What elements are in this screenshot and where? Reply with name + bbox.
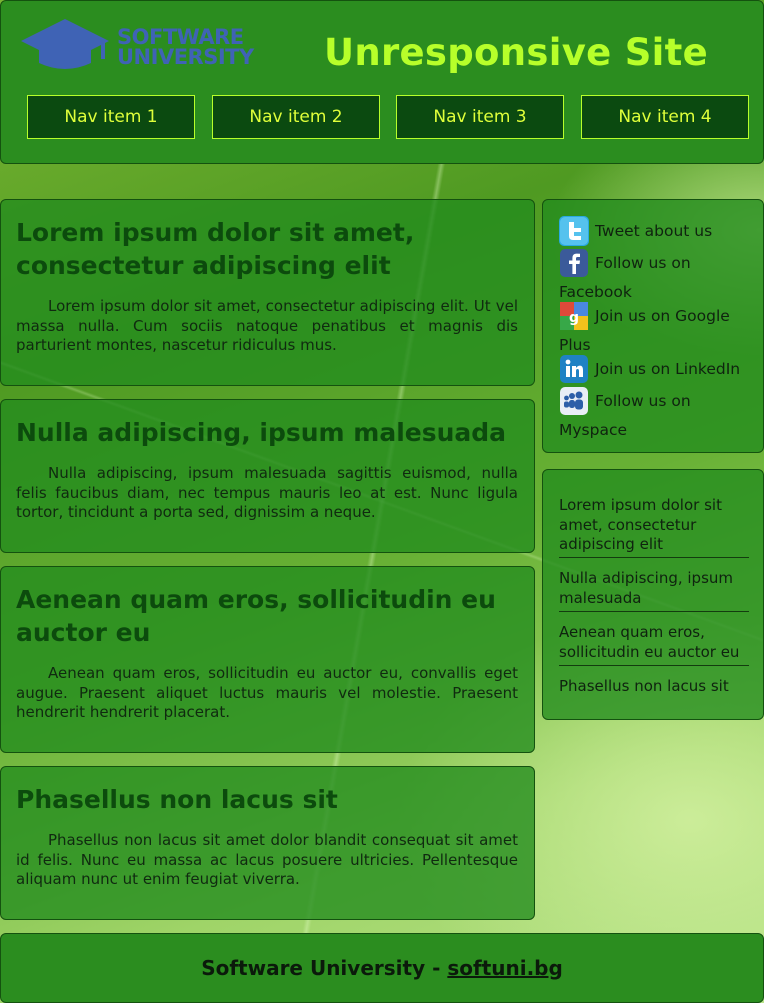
article-title: Phasellus non lacus sit [16, 785, 338, 814]
social-link-linkedin[interactable]: Join us on LinkedIn [559, 354, 745, 384]
nav-item-4[interactable]: Nav item 4 [581, 95, 749, 139]
social-label-continued: Facebook [559, 283, 632, 301]
article-3: Aenean quam eros, sollicitudin eu auctor… [0, 566, 535, 753]
nav-item-3[interactable]: Nav item 3 [396, 95, 564, 139]
article-body: Phasellus non lacus sit amet dolor bland… [16, 831, 518, 888]
article-4: Phasellus non lacus sit Phasellus non la… [0, 766, 535, 920]
list-divider [559, 611, 749, 612]
social-link-facebook[interactable]: Follow us on Facebook [559, 248, 745, 306]
footer-link[interactable]: softuni.bg [447, 956, 562, 980]
article-body: Aenean quam eros, sollicitudin eu auctor… [16, 664, 518, 721]
article-list-panel: Lorem ipsum dolor sit amet, consectetur … [542, 469, 764, 720]
logo-wordmark: SOFTWARE UNIVERSITY [117, 25, 287, 69]
site-header: SOFTWARE UNIVERSITY Unresponsive Site Na… [0, 0, 764, 164]
google-plus-icon: g [559, 301, 589, 331]
twitter-icon [559, 216, 589, 246]
social-label-continued: Plus [559, 336, 591, 354]
footer-text: Software University - softuni.bg [1, 956, 763, 980]
article-title: Nulla adipiscing, ipsum malesuada [16, 418, 507, 447]
social-label: Follow us on [595, 254, 691, 272]
list-divider [559, 557, 749, 558]
facebook-icon [559, 248, 589, 278]
article-link-1[interactable]: Lorem ipsum dolor sit amet, consectetur … [559, 496, 749, 555]
logo-line-university: UNIVERSITY [117, 45, 254, 69]
social-label-continued: Myspace [559, 421, 628, 439]
article-body: Lorem ipsum dolor sit amet, consectetur … [16, 297, 518, 354]
article-body: Nulla adipiscing, ipsum malesuada sagitt… [16, 464, 518, 521]
article-link-3[interactable]: Aenean quam eros, sollicitudin eu auctor… [559, 623, 749, 662]
list-divider [559, 665, 749, 666]
graduation-cap-icon [21, 19, 109, 69]
social-label: Tweet about us [595, 222, 713, 240]
social-links-panel: Tweet about us Follow us on Facebook g Jo… [542, 199, 764, 453]
softuni-logo[interactable]: SOFTWARE UNIVERSITY [17, 15, 283, 71]
logo-line-software: SOFTWARE [117, 25, 244, 49]
social-label: Join us on Google [595, 307, 730, 325]
svg-text:g: g [569, 310, 579, 326]
footer-prefix: Software University - [201, 956, 448, 980]
article-1: Lorem ipsum dolor sit amet, consectetur … [0, 199, 535, 386]
article-title: Lorem ipsum dolor sit amet, consectetur … [16, 218, 415, 280]
article-link-2[interactable]: Nulla adipiscing, ipsum malesuada [559, 569, 749, 608]
social-label: Follow us on [595, 392, 691, 410]
social-label: Join us on LinkedIn [595, 360, 741, 378]
social-link-twitter[interactable]: Tweet about us [559, 216, 745, 246]
article-2: Nulla adipiscing, ipsum malesuada Nulla … [0, 399, 535, 553]
article-link-4[interactable]: Phasellus non lacus sit [559, 677, 749, 697]
myspace-icon [559, 386, 589, 416]
social-link-myspace[interactable]: Follow us on Myspace [559, 386, 745, 444]
linkedin-icon [559, 354, 589, 384]
site-footer: Software University - softuni.bg [0, 933, 764, 1003]
nav-item-1[interactable]: Nav item 1 [27, 95, 195, 139]
page-title: Unresponsive Site [324, 31, 709, 74]
nav-item-2[interactable]: Nav item 2 [212, 95, 380, 139]
article-title: Aenean quam eros, sollicitudin eu auctor… [16, 585, 496, 647]
social-link-google-plus[interactable]: g Join us on Google Plus [559, 301, 745, 359]
